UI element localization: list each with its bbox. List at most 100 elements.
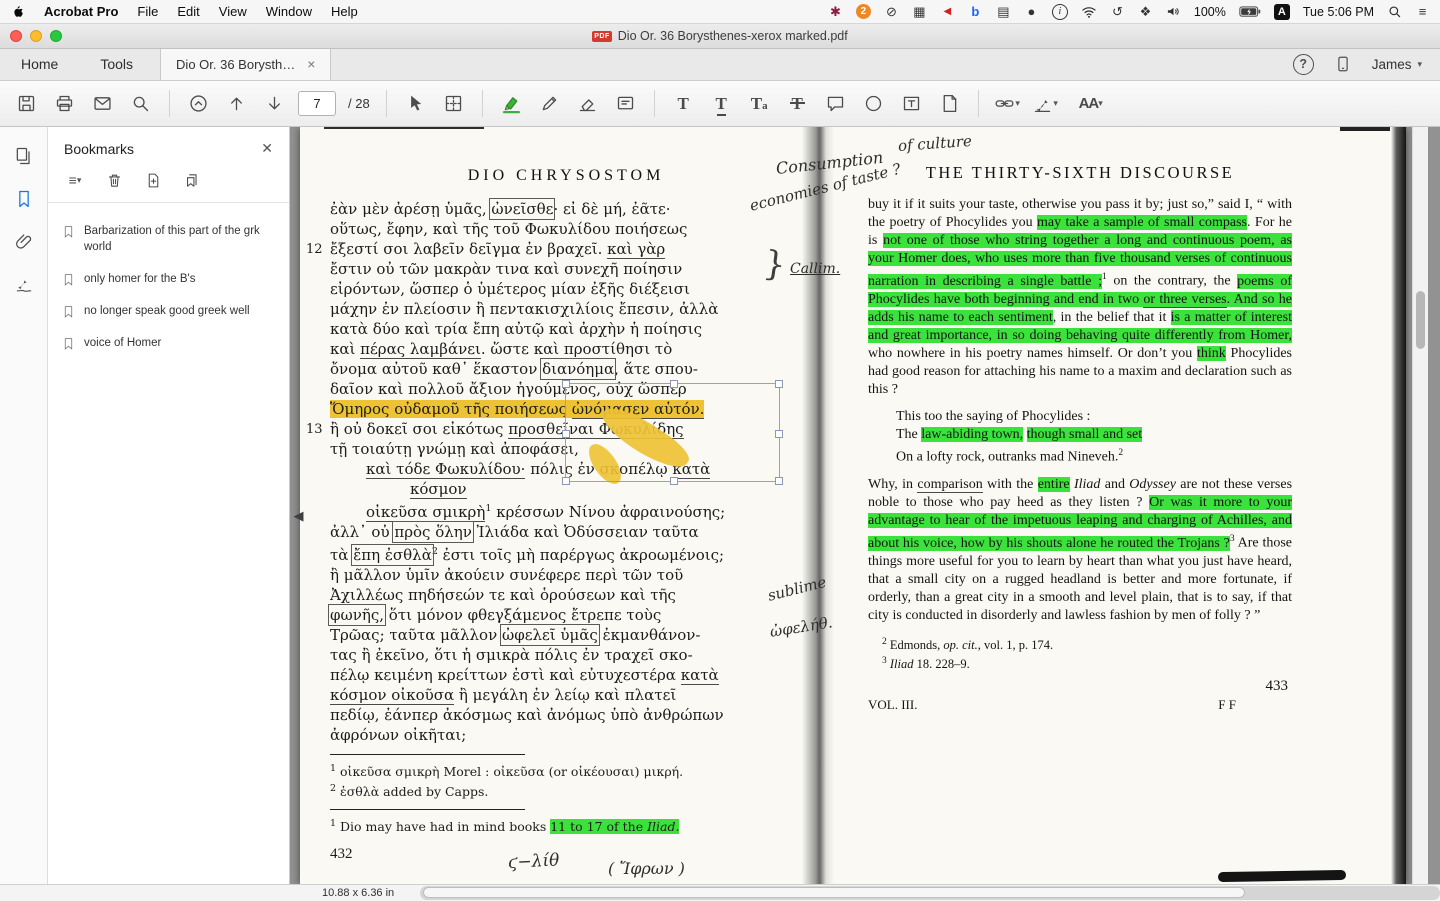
help-icon[interactable]: ? bbox=[1293, 54, 1314, 75]
next-page-icon[interactable] bbox=[260, 88, 289, 119]
greek-text-line: κόσμον bbox=[410, 479, 790, 499]
selection-handle[interactable] bbox=[775, 380, 783, 388]
text-box-icon[interactable] bbox=[897, 88, 926, 119]
expand-bookmarks-icon[interactable] bbox=[181, 170, 203, 190]
volume-icon[interactable] bbox=[1166, 4, 1181, 20]
snapshot-tool-icon[interactable] bbox=[439, 88, 468, 119]
selection-handle[interactable] bbox=[775, 430, 783, 438]
page-thumbnails-icon[interactable] bbox=[11, 143, 37, 169]
spotlight-icon[interactable] bbox=[1387, 4, 1402, 20]
text-segment: , vol. 1, p. 174. bbox=[978, 638, 1053, 652]
strikethrough-text-icon[interactable]: T bbox=[783, 88, 812, 119]
text-segment: Iliad bbox=[890, 657, 914, 671]
menu-edit[interactable]: Edit bbox=[177, 4, 199, 19]
bookmark-item[interactable]: no longer speak good greek well bbox=[56, 295, 281, 327]
user-account-button[interactable]: James ▾ bbox=[1372, 57, 1422, 72]
history-icon[interactable]: ↺ bbox=[1110, 4, 1125, 20]
orange-2-badge-icon[interactable]: 2 bbox=[856, 4, 871, 19]
signatures-icon[interactable] bbox=[11, 272, 37, 298]
vertical-scrollbar-thumb[interactable] bbox=[1416, 291, 1425, 349]
menu-view[interactable]: View bbox=[219, 4, 247, 19]
menu-clock[interactable]: Tue 5:06 PM bbox=[1303, 5, 1374, 19]
app-badge-icon[interactable]: ✱ bbox=[828, 4, 843, 20]
text-segment: On a lofty rock, outranks mad Nineveh. bbox=[896, 449, 1118, 464]
text-segment: ὠφελεῖ ὑμᾶς bbox=[502, 626, 598, 644]
delete-bookmark-icon[interactable] bbox=[103, 170, 125, 190]
apple-logo-icon[interactable] bbox=[10, 4, 25, 20]
text-segment: ἢ μᾶλλον ὑμῖν ἀκούειν συνέφερε περὶ τῶν … bbox=[330, 566, 683, 584]
save-icon[interactable] bbox=[12, 88, 41, 119]
page-number-input[interactable] bbox=[298, 91, 336, 116]
selection-handle[interactable] bbox=[562, 380, 570, 388]
underline-text-icon[interactable]: T bbox=[707, 88, 736, 119]
selection-handle[interactable] bbox=[562, 430, 570, 438]
text-segment: think bbox=[1197, 346, 1226, 361]
menu-window[interactable]: Window bbox=[266, 4, 312, 19]
menu-help[interactable]: Help bbox=[331, 4, 358, 19]
grid-app-icon[interactable]: ▦ bbox=[912, 4, 927, 20]
send-to-mobile-icon[interactable] bbox=[1334, 56, 1352, 72]
greek-text-line: ἐὰν μὲν ἀρέσῃ ὑμᾶς, ὠνεῖσθε· εἰ δὲ μή, ἐ… bbox=[330, 199, 790, 219]
greek-text-line: ἔστιν οὐ τῶν μακρὰν τινα καὶ συνεχῆ ποίη… bbox=[330, 259, 790, 279]
selection-handle[interactable] bbox=[670, 380, 678, 388]
document-tab[interactable]: Dio Or. 36 Borysth… × bbox=[160, 48, 331, 80]
attach-file-page-icon[interactable] bbox=[935, 88, 964, 119]
notification-center-icon[interactable]: ≡ bbox=[1415, 4, 1430, 20]
menu-app-name[interactable]: Acrobat Pro bbox=[44, 4, 118, 19]
bookmark-item[interactable]: voice of Homer bbox=[56, 327, 281, 359]
font-size-icon[interactable]: AA▾ bbox=[1069, 88, 1113, 119]
bookmark-item[interactable]: Barbarization of this part of the grk wo… bbox=[56, 215, 281, 263]
link-icon[interactable]: ▾ bbox=[993, 88, 1022, 119]
dark-oval-icon[interactable]: ● bbox=[1024, 4, 1039, 20]
add-text-icon[interactable]: T bbox=[669, 88, 698, 119]
selection-handle[interactable] bbox=[562, 477, 570, 485]
search-icon[interactable] bbox=[126, 88, 155, 119]
attachments-icon[interactable] bbox=[11, 229, 37, 255]
previous-page-icon[interactable] bbox=[222, 88, 251, 119]
email-icon[interactable] bbox=[88, 88, 117, 119]
input-source-icon[interactable]: A bbox=[1274, 4, 1290, 20]
text-segment: Ἰλιάδα καὶ Ὀδύσσειαν ταῦτα bbox=[472, 523, 699, 541]
replace-text-icon[interactable]: Ta bbox=[745, 88, 774, 119]
stacked-lines-icon[interactable]: ▤ bbox=[996, 4, 1011, 20]
annotation-selection-box[interactable] bbox=[565, 383, 780, 482]
tab-home[interactable]: Home bbox=[0, 48, 79, 80]
footnote-rule bbox=[330, 754, 525, 755]
fill-and-sign-icon[interactable]: ▾ bbox=[1031, 88, 1060, 119]
horizontal-scrollbar-thumb[interactable] bbox=[423, 887, 1245, 898]
menu-file[interactable]: File bbox=[137, 4, 158, 19]
text-segment: 18. 228–9. bbox=[913, 657, 969, 671]
previous-page-arrow[interactable]: ◀ bbox=[291, 503, 306, 529]
close-panel-icon[interactable]: ✕ bbox=[261, 140, 273, 157]
battery-icon[interactable] bbox=[1239, 4, 1261, 20]
text-segment: ὄνομα αὐτοῦ καθ᾽ ἕκαστον bbox=[330, 360, 542, 378]
selection-handle[interactable] bbox=[670, 477, 678, 485]
text-segment: φωνῆς, bbox=[330, 606, 384, 624]
new-bookmark-icon[interactable] bbox=[142, 170, 164, 190]
bookmarks-panel-icon[interactable] bbox=[11, 186, 37, 212]
red-shape-icon[interactable]: ◀ bbox=[940, 4, 955, 20]
pencil-icon[interactable] bbox=[535, 88, 564, 119]
info-icon[interactable]: i bbox=[1052, 4, 1068, 20]
horizontal-scrollbar[interactable] bbox=[420, 886, 1440, 900]
diamond-icon[interactable]: ❖ bbox=[1138, 4, 1153, 20]
do-not-disturb-icon[interactable]: ⊘ bbox=[884, 4, 899, 20]
comment-icon[interactable] bbox=[821, 88, 850, 119]
selection-tool-icon[interactable] bbox=[401, 88, 430, 119]
bookmark-item[interactable]: only homer for the B's bbox=[56, 263, 281, 295]
selection-handle[interactable] bbox=[775, 477, 783, 485]
bookmark-label: Barbarization of this part of the grk wo… bbox=[84, 223, 275, 255]
shapes-icon[interactable] bbox=[859, 88, 888, 119]
vertical-scrollbar[interactable] bbox=[1412, 127, 1428, 884]
previous-view-icon[interactable] bbox=[184, 88, 213, 119]
document-view[interactable]: DIO CHRYSOSTOM ἐὰν μὲν ἀρέσῃ ὑμᾶς, ὠνεῖσ… bbox=[290, 127, 1440, 884]
bookmark-options-icon[interactable]: ≡▾ bbox=[64, 170, 86, 190]
wifi-icon[interactable] bbox=[1081, 4, 1097, 20]
highlighter-icon[interactable] bbox=[497, 88, 526, 119]
note-icon[interactable] bbox=[611, 88, 640, 119]
eraser-icon[interactable] bbox=[573, 88, 602, 119]
bold-b-icon[interactable]: b bbox=[968, 4, 983, 20]
close-tab-icon[interactable]: × bbox=[307, 56, 315, 72]
tab-tools[interactable]: Tools bbox=[79, 48, 154, 80]
print-icon[interactable] bbox=[50, 88, 79, 119]
